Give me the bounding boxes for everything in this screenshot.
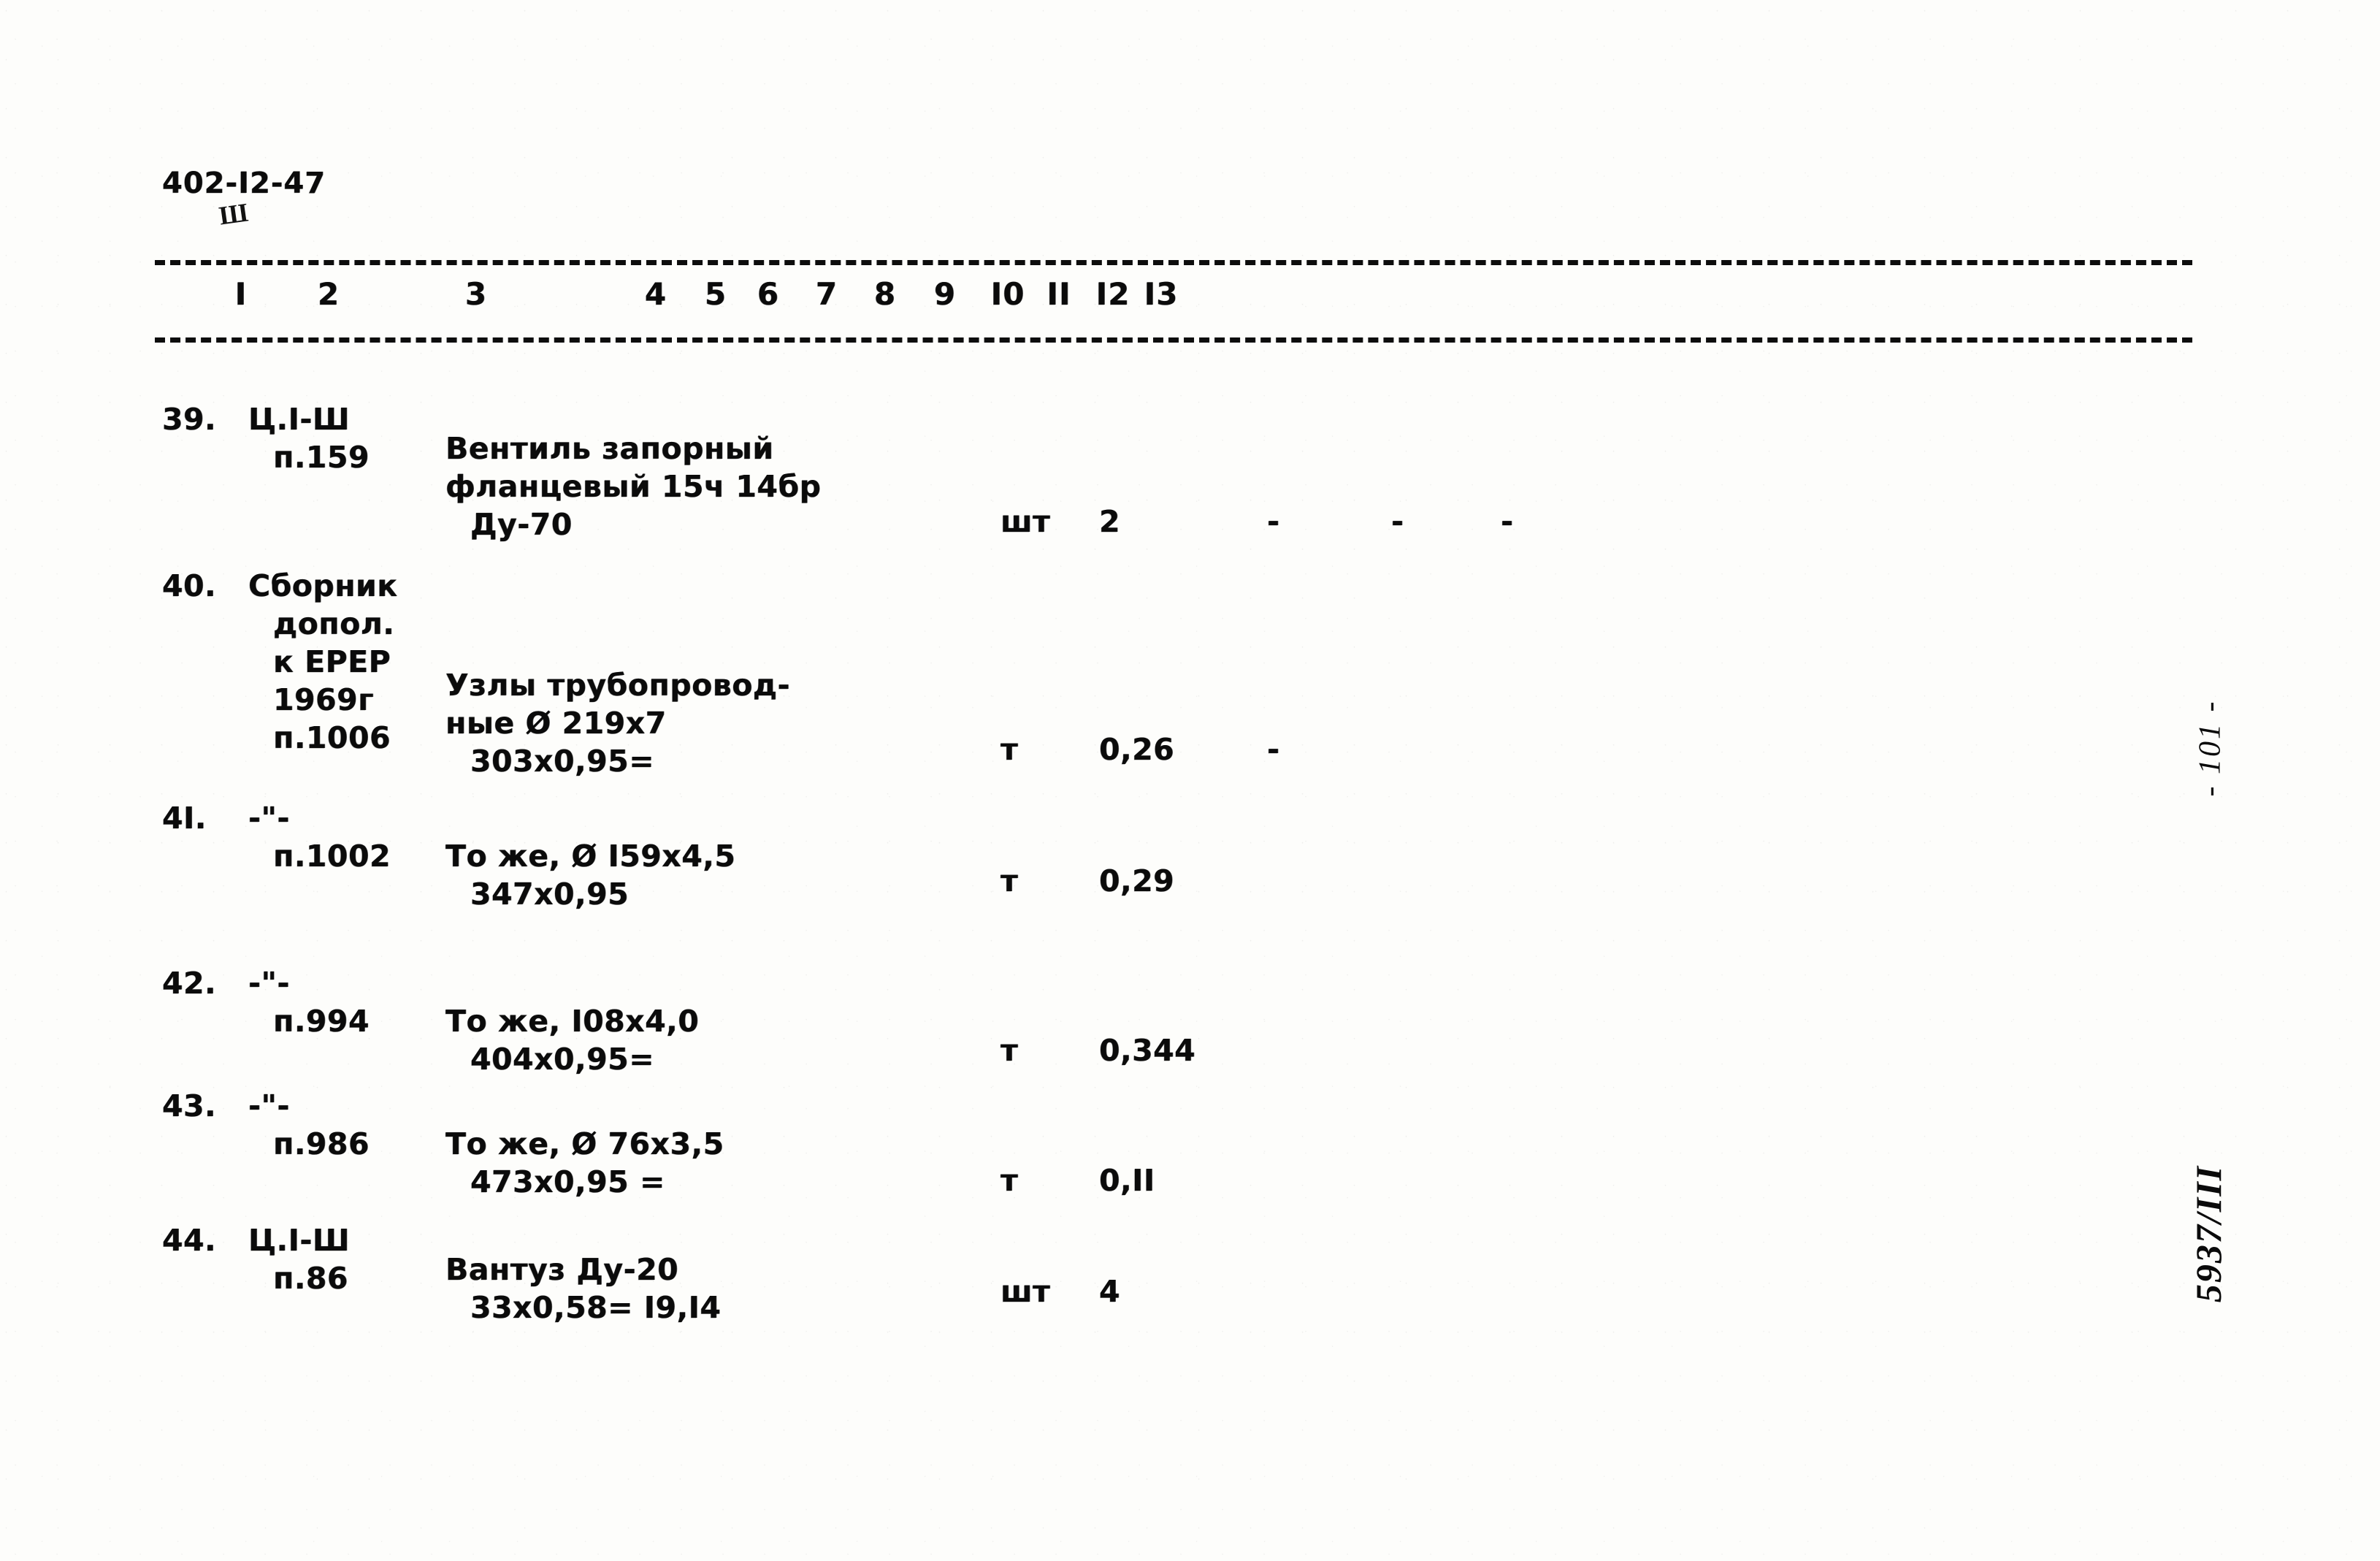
reference-code-line: -"- (248, 801, 290, 836)
row-col6-value: - (1267, 504, 1280, 539)
row-item-number: 4I. (162, 801, 207, 836)
description-line: То же, Ø 76х3,5 (445, 1126, 724, 1161)
reference-code-line: Ц.I-Ш (248, 402, 351, 437)
reference-code-line: Сборник (248, 568, 398, 603)
row-unit: т (1000, 863, 1019, 898)
row-item-number: 44. (162, 1223, 217, 1258)
row-reference-code: -"- п.994 (248, 964, 467, 1040)
row-reference-code: -"- п.986 (248, 1087, 467, 1163)
row-description: То же, Ø I59х4,5 347х0,95 (445, 837, 971, 913)
row-unit: шт (1000, 504, 1051, 539)
row-quantity: 2 (1099, 504, 1121, 539)
description-line: Узлы трубопровод- (445, 668, 791, 703)
row-quantity: 0,26 (1099, 732, 1175, 767)
row-col7-value: - (1391, 504, 1404, 539)
description-line: То же, Ø I59х4,5 (445, 839, 736, 874)
row-description: Вантуз Ду-20 33х0,58= I9,I4 (445, 1251, 971, 1327)
row-unit: шт (1000, 1274, 1051, 1309)
description-line: Вантуз Ду-20 (445, 1252, 679, 1287)
reference-code-line: п.86 (273, 1261, 348, 1296)
row-reference-code: Ц.I-Ш п.86 (248, 1221, 467, 1297)
row-item-number: 42. (162, 966, 217, 1001)
description-line: 33х0,58= I9,I4 (470, 1290, 722, 1325)
description-line: 404х0,95= (470, 1042, 655, 1077)
archive-stamp-margin-note: 5937/III (2188, 1164, 2230, 1303)
row-quantity: 0,344 (1099, 1033, 1196, 1068)
description-line: То же, I08х4,0 (445, 1004, 700, 1039)
description-line: 347х0,95 (470, 877, 630, 912)
reference-code-line: п.159 (273, 440, 370, 475)
reference-code-line: п.994 (273, 1004, 370, 1039)
row-item-number: 43. (162, 1088, 217, 1123)
reference-code-line: к ЕРЕР (273, 644, 391, 679)
row-quantity: 4 (1099, 1274, 1121, 1309)
description-line: 473х0,95 = (470, 1164, 665, 1199)
reference-code-line: Ц.I-Ш (248, 1223, 351, 1258)
reference-code-line: 1969г (273, 682, 375, 717)
reference-code-line: п.1006 (273, 720, 391, 755)
description-line: 303х0,95= (470, 744, 655, 779)
description-line: ные Ø 219х7 (445, 706, 667, 741)
estimate-table-body: 39. Ц.I-Ш п.159 Вентиль запорный фланцевый 1… (0, 0, 2380, 1561)
row-item-number: 40. (162, 568, 217, 603)
description-line: Вентиль запорный (445, 431, 774, 466)
row-unit: т (1000, 1163, 1019, 1198)
row-col9-value: - (1501, 504, 1514, 539)
scanned-page: 402-I2-47 Ш I 2 3 4 5 6 7 8 9 I0 II I2 I3 39. Ц.I-Ш п.… (0, 0, 2380, 1561)
row-reference-code: -"- п.1002 (248, 799, 467, 875)
row-quantity: 0,II (1099, 1163, 1155, 1198)
row-description: Узлы трубопровод-ные Ø 219х7 303х0,95= (445, 666, 971, 780)
row-description: То же, I08х4,0 404х0,95= (445, 1002, 971, 1078)
reference-code-line: допол. (273, 606, 395, 641)
reference-code-line: -"- (248, 1088, 290, 1123)
row-reference-code: Сборник допол. к ЕРЕР 1969г п.1006 (248, 567, 467, 757)
reference-code-line: -"- (248, 966, 290, 1001)
row-unit: т (1000, 1033, 1019, 1068)
row-description: Вентиль запорный фланцевый 15ч 14бр Ду-70 (445, 430, 971, 543)
row-reference-code: Ц.I-Ш п.159 (248, 400, 467, 476)
row-unit: т (1000, 732, 1019, 767)
row-item-number: 39. (162, 402, 217, 437)
row-col6-value: - (1267, 732, 1280, 767)
row-description: То же, Ø 76х3,5 473х0,95 = (445, 1125, 971, 1201)
page-number-margin-note: - 101 - (2193, 699, 2227, 797)
reference-code-line: п.1002 (273, 839, 391, 874)
description-line: Ду-70 (470, 507, 573, 542)
reference-code-line: п.986 (273, 1126, 370, 1161)
description-line: фланцевый 15ч 14бр (445, 469, 822, 504)
row-quantity: 0,29 (1099, 863, 1175, 898)
